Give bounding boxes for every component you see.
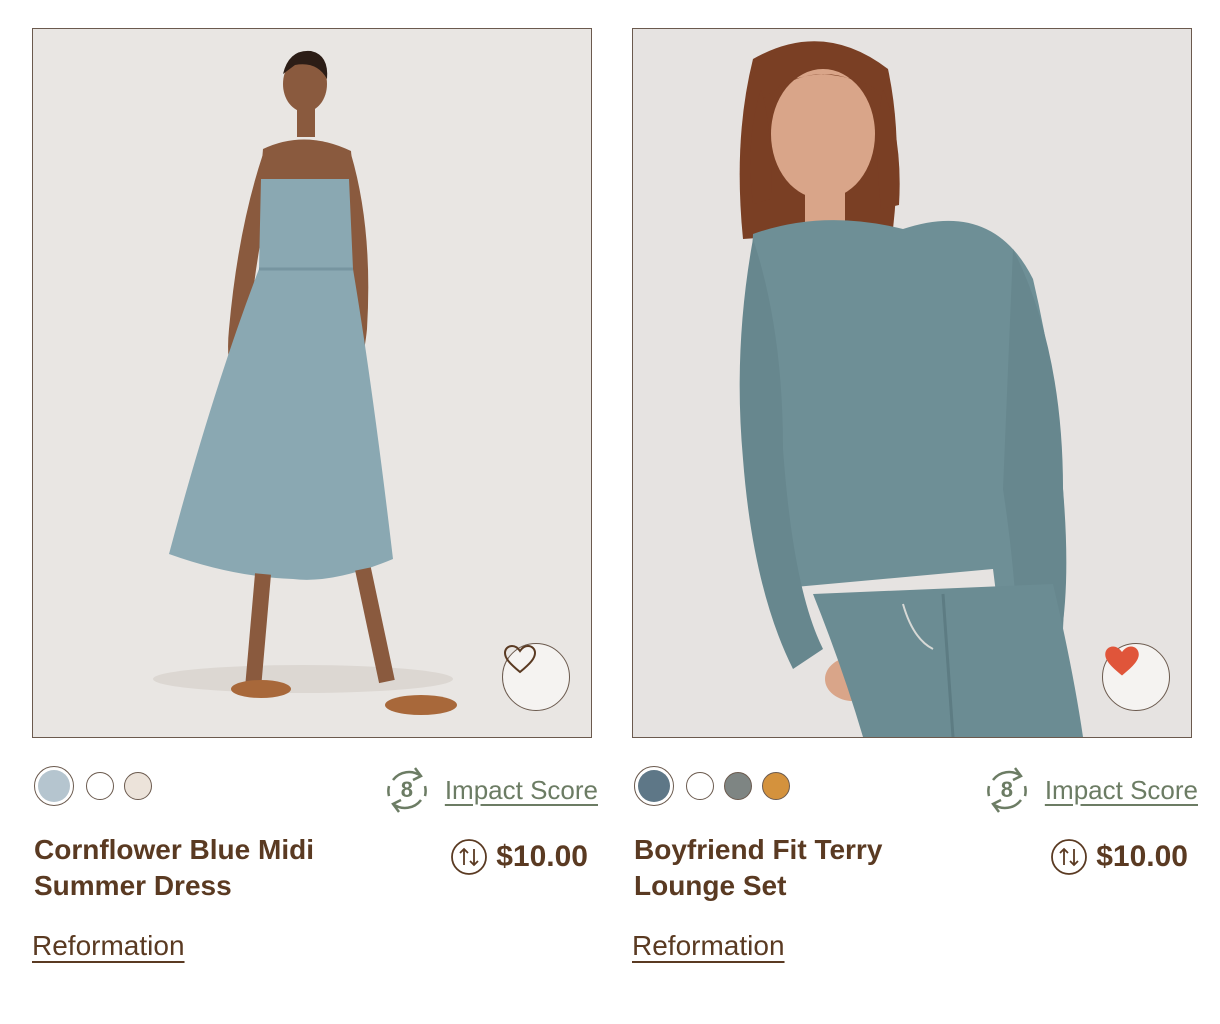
swatch-selected[interactable] [634,766,674,806]
brand-link[interactable]: Reformation [32,930,185,962]
product-price: $10.00 [1096,840,1188,873]
swatch-white[interactable] [86,772,114,800]
impact-score-link[interactable]: Impact Score [1045,775,1198,806]
swatch-mustard[interactable] [762,772,790,800]
recycle-score-icon: 8 [383,762,431,818]
product-image[interactable] [32,28,592,738]
recycle-score-icon: 8 [983,762,1031,818]
impact-score-value: 8 [1000,777,1013,802]
swatch-gray[interactable] [724,772,752,800]
product-card[interactable]: 8 Impact Score Boyfriend Fit Terry Loung… [632,28,1198,1008]
swatch-white[interactable] [686,772,714,800]
color-swatches [634,766,800,806]
model-lounge-set-illustration [633,29,1191,737]
impact-score-link[interactable]: Impact Score [445,775,598,806]
color-swatches [34,766,162,806]
model-dress-illustration [33,29,591,737]
price-block: $10.00 [1050,838,1188,876]
favorite-button[interactable] [502,643,570,711]
impact-score: 8 Impact Score [383,762,598,818]
swatch-cream[interactable] [124,772,152,800]
swap-arrows-icon[interactable] [450,838,488,876]
product-title[interactable]: Cornflower Blue Midi Summer Dress [34,832,364,904]
brand-link[interactable]: Reformation [632,930,785,962]
impact-score-value: 8 [400,777,413,802]
price-block: $10.00 [450,838,588,876]
favorite-button[interactable] [1102,643,1170,711]
product-price: $10.00 [496,840,588,873]
swap-arrows-icon[interactable] [1050,838,1088,876]
heart-filled-icon [1105,646,1139,676]
impact-score: 8 Impact Score [983,762,1198,818]
product-image[interactable] [632,28,1192,738]
product-card[interactable]: 8 Impact Score Cornflower Blue Midi Summ… [32,28,598,1008]
heart-outline-icon [503,644,537,674]
product-title[interactable]: Boyfriend Fit Terry Lounge Set [634,832,964,904]
swatch-selected[interactable] [34,766,74,806]
